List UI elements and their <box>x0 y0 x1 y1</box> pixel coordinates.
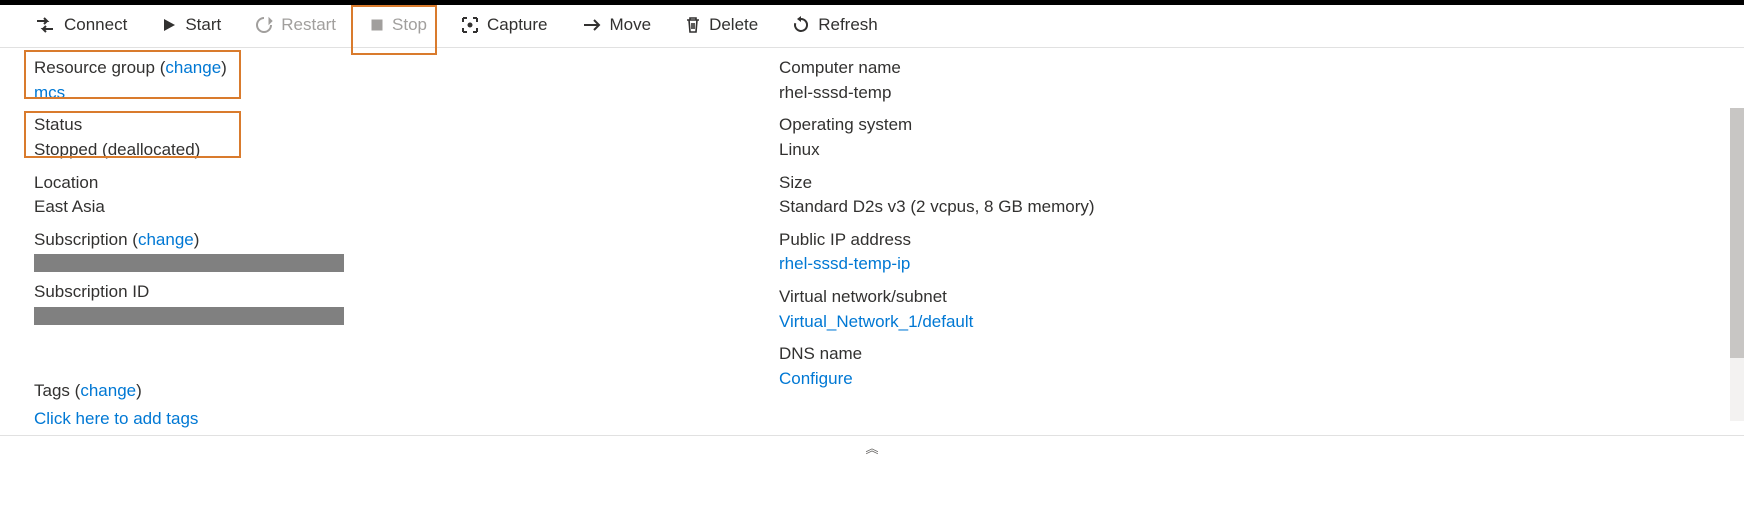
arrow-right-icon <box>582 18 602 32</box>
tags-block: Tags (change) Click here to add tags <box>34 381 779 429</box>
delete-label: Delete <box>709 15 758 35</box>
subscription-id-label: Subscription ID <box>34 280 779 305</box>
vnet-label: Virtual network/subnet <box>779 285 1524 310</box>
dns-value[interactable]: Configure <box>779 367 1524 392</box>
trash-icon <box>685 16 701 34</box>
dns-label: DNS name <box>779 342 1524 367</box>
dns-block: DNS name Configure <box>779 342 1524 391</box>
add-tags-link[interactable]: Click here to add tags <box>34 409 779 429</box>
scrollbar-thumb[interactable] <box>1730 108 1744 358</box>
resource-group-value[interactable]: mcs <box>34 81 779 106</box>
refresh-icon <box>792 16 810 34</box>
restart-button: Restart <box>241 9 350 41</box>
paren-close: ) <box>221 58 227 77</box>
subscription-change-link[interactable]: change <box>138 230 194 249</box>
subscription-block: Subscription (change) <box>34 228 779 273</box>
os-block: Operating system Linux <box>779 113 1524 162</box>
size-value: Standard D2s v3 (2 vcpus, 8 GB memory) <box>779 195 1524 220</box>
left-column: Resource group (change) mcs Status Stopp… <box>34 56 779 429</box>
restart-label: Restart <box>281 15 336 35</box>
stop-button: Stop <box>356 9 441 41</box>
stop-label: Stop <box>392 15 427 35</box>
start-label: Start <box>185 15 221 35</box>
size-block: Size Standard D2s v3 (2 vcpus, 8 GB memo… <box>779 171 1524 220</box>
public-ip-label: Public IP address <box>779 228 1524 253</box>
paren-close-2: ) <box>194 230 200 249</box>
subscription-value-redacted <box>34 254 344 272</box>
status-block: Status Stopped (deallocated) <box>34 113 779 162</box>
location-label: Location <box>34 171 779 196</box>
connect-button[interactable]: Connect <box>20 9 141 41</box>
stop-icon <box>370 18 384 32</box>
vertical-scrollbar[interactable] <box>1730 108 1744 421</box>
os-label: Operating system <box>779 113 1524 138</box>
public-ip-block: Public IP address rhel-sssd-temp-ip <box>779 228 1524 277</box>
capture-label: Capture <box>487 15 547 35</box>
play-icon <box>161 17 177 33</box>
subscription-id-value-redacted <box>34 307 344 325</box>
resource-group-label: Resource group <box>34 58 155 77</box>
vm-toolbar: Connect Start Restart Stop Capture <box>0 5 1744 48</box>
delete-button[interactable]: Delete <box>671 9 772 41</box>
collapse-essentials-button[interactable]: ︽ <box>0 435 1744 459</box>
start-button[interactable]: Start <box>147 9 235 41</box>
capture-icon <box>461 16 479 34</box>
tags-label: Tags <box>34 381 70 400</box>
computer-name-value: rhel-sssd-temp <box>779 81 1524 106</box>
restart-icon <box>255 16 273 34</box>
vnet-value[interactable]: Virtual_Network_1/default <box>779 310 1524 335</box>
resource-group-block: Resource group (change) mcs <box>34 56 779 105</box>
overview-pane: Resource group (change) mcs Status Stopp… <box>0 48 1744 435</box>
vnet-block: Virtual network/subnet Virtual_Network_1… <box>779 285 1524 334</box>
status-value: Stopped (deallocated) <box>34 138 779 163</box>
connect-icon <box>34 17 56 33</box>
computer-name-block: Computer name rhel-sssd-temp <box>779 56 1524 105</box>
refresh-button[interactable]: Refresh <box>778 9 892 41</box>
size-label: Size <box>779 171 1524 196</box>
subscription-id-block: Subscription ID <box>34 280 779 325</box>
public-ip-value[interactable]: rhel-sssd-temp-ip <box>779 252 1524 277</box>
paren-close-3: ) <box>136 381 142 400</box>
resource-group-change-link[interactable]: change <box>165 58 221 77</box>
status-label: Status <box>34 113 779 138</box>
os-value: Linux <box>779 138 1524 163</box>
move-label: Move <box>610 15 652 35</box>
subscription-label: Subscription <box>34 230 128 249</box>
move-button[interactable]: Move <box>568 9 666 41</box>
tags-change-link[interactable]: change <box>80 381 136 400</box>
location-value: East Asia <box>34 195 779 220</box>
computer-name-label: Computer name <box>779 56 1524 81</box>
right-column: Computer name rhel-sssd-temp Operating s… <box>779 56 1524 429</box>
connect-label: Connect <box>64 15 127 35</box>
refresh-label: Refresh <box>818 15 878 35</box>
capture-button[interactable]: Capture <box>447 9 561 41</box>
location-block: Location East Asia <box>34 171 779 220</box>
chevron-double-up-icon: ︽ <box>865 441 878 456</box>
